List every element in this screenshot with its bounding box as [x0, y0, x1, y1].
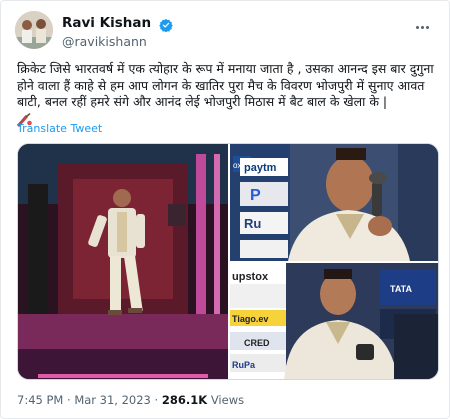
tweet-card: Ravi Kishan @ravikishann क्रिकेट जिसे भा… — [0, 0, 450, 419]
sponsor-upstox: upstox — [232, 271, 269, 283]
sponsor-cred: CRED — [244, 338, 270, 348]
views-count[interactable]: 286.1K — [162, 393, 207, 407]
sponsor-p: P — [250, 187, 261, 204]
author-display-name[interactable]: Ravi Kishan — [62, 15, 151, 32]
tweet-meta: 7:45 PM · Mar 31, 2023 · 286.1K Views — [17, 393, 244, 407]
author-handle[interactable]: @ravikishann — [62, 33, 173, 50]
verified-badge-icon — [159, 17, 173, 32]
sponsor-ru: Ru — [244, 216, 261, 231]
tweet-media-grid: ox paytm P Ru upstox Tiago.ev TATA CRED … — [17, 143, 439, 380]
tweet-body: क्रिकेट जिसे भारतवर्ष में एक त्योहार के … — [17, 61, 434, 109]
avatar[interactable] — [15, 11, 53, 49]
tweet-time[interactable]: 7:45 PM — [17, 393, 63, 407]
sponsor-rupay: RuPa — [232, 360, 256, 370]
sponsor-tata: TATA — [390, 284, 412, 294]
sponsor-tiago: Tiago.ev — [232, 314, 268, 324]
tweet-text: क्रिकेट जिसे भारतवर्ष में एक त्योहार के … — [17, 61, 441, 127]
stage-walk-photo[interactable] — [18, 144, 228, 380]
tweet-header: Ravi Kishan @ravikishann — [15, 11, 439, 51]
more-options-icon[interactable] — [415, 17, 435, 29]
sponsor-paytm: paytm — [244, 162, 277, 174]
views-label: Views — [210, 393, 245, 407]
meta-separator: · — [154, 393, 159, 407]
tweet-date[interactable]: Mar 31, 2023 — [74, 393, 151, 407]
author-names: Ravi Kishan @ravikishann — [62, 13, 173, 50]
sponsor-ox: ox — [233, 161, 241, 170]
translate-tweet-link[interactable]: Translate Tweet — [17, 122, 102, 135]
meta-separator: · — [67, 393, 71, 407]
